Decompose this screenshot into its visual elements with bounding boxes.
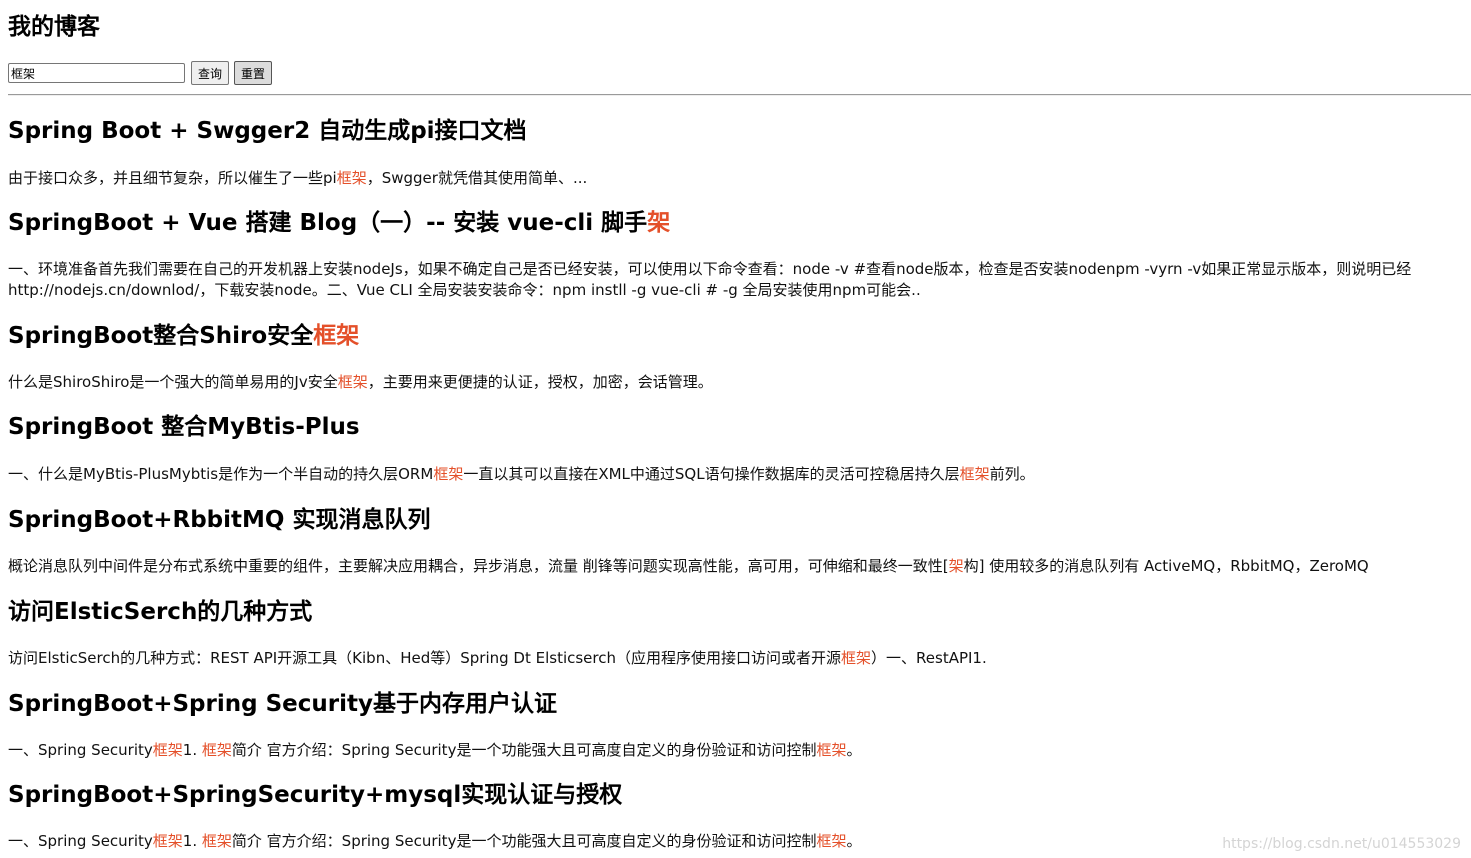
text-run: SpringBoot + Vue 搭建 Blog（一）-- 安装 vue-cli… (8, 210, 648, 236)
text-run: 。 (846, 741, 862, 759)
text-run: 简介 官方介绍：Spring Security是一个功能强大且可高度自定义的身份… (231, 832, 817, 850)
post-title[interactable]: SpringBoot+SpringSecurity+mysql实现认证与授权 (8, 780, 1471, 810)
keyword-highlight: 框架 (816, 832, 847, 850)
keyword-highlight: 框架 (841, 649, 872, 667)
post-title[interactable]: Spring Boot + Swgger2 自动生成pi接口文档 (8, 116, 1471, 146)
keyword-highlight: 框架 (201, 741, 232, 759)
text-run: 1. (182, 832, 202, 850)
text-run: SpringBoot整合Shiro安全 (8, 323, 314, 349)
text-run: 一、环境准备首先我们需要在自己的开发机器上安装nodeJs，如果不确定自己是否已… (8, 260, 1412, 299)
text-run: 概论消息队列中间件是分布式系统中重要的组件，主要解决应用耦合，异步消息，流量 削… (8, 557, 949, 575)
text-run: 访问ElsticSerch的几种方式：REST API开源工具（Kibn、Hed… (8, 649, 842, 667)
text-run: SpringBoot 整合MyBtis-Plus (8, 414, 360, 440)
keyword-highlight: 框架 (313, 323, 360, 349)
text-run: 一、Spring Security (8, 741, 153, 759)
keyword-highlight: 架 (948, 557, 964, 575)
site-title: 我的博客 (8, 14, 100, 40)
text-run: 。 (846, 832, 862, 850)
text-run: SpringBoot+RbbitMQ 实现消息队列 (8, 507, 431, 533)
text-run: SpringBoot+Spring Security基于内存用户认证 (8, 691, 557, 717)
divider (8, 94, 1471, 96)
text-run: ）一、RestAPI1. (871, 649, 987, 667)
text-run: 简介 官方介绍：Spring Security是一个功能强大且可高度自定义的身份… (231, 741, 817, 759)
post-title[interactable]: 访问ElsticSerch的几种方式 (8, 597, 1471, 627)
text-run: 前列。 (989, 465, 1035, 483)
post-title[interactable]: SpringBoot+RbbitMQ 实现消息队列 (8, 505, 1471, 535)
post-summary: 概论消息队列中间件是分布式系统中重要的组件，主要解决应用耦合，异步消息，流量 削… (8, 556, 1471, 577)
reset-button[interactable]: 重置 (234, 61, 273, 85)
post-summary: 由于接口众多，并且细节复杂，所以催生了一些pi框架，Swgger就凭借其使用简单… (8, 168, 1471, 189)
text-run: 构] 使用较多的消息队列有 ActiveMQ，RbbitMQ，ZeroMQ (963, 557, 1369, 575)
text-run: 访问ElsticSerch的几种方式 (8, 599, 313, 625)
query-button[interactable]: 查询 (191, 61, 230, 85)
text-run: 一、Spring Security (8, 832, 153, 850)
keyword-highlight: 框架 (337, 373, 368, 391)
keyword-highlight: 框架 (152, 741, 183, 759)
post-summary: 访问ElsticSerch的几种方式：REST API开源工具（Kibn、Hed… (8, 648, 1471, 669)
post-title[interactable]: SpringBoot 整合MyBtis-Plus (8, 412, 1471, 442)
post-title[interactable]: SpringBoot + Vue 搭建 Blog（一）-- 安装 vue-cli… (8, 208, 1471, 238)
text-run: Spring Boot + Swgger2 自动生成pi接口文档 (8, 118, 527, 144)
keyword-highlight: 框架 (816, 741, 847, 759)
post-summary: 什么是ShiroShiro是一个强大的简单易用的Jv安全框架，主要用来更便捷的认… (8, 372, 1471, 393)
text-run: 一、什么是MyBtis-PlusMybtis是作为一个半自动的持久层ORM (8, 465, 434, 483)
search-input[interactable] (8, 63, 185, 83)
text-run: 1. (182, 741, 202, 759)
keyword-highlight: 框架 (959, 465, 990, 483)
keyword-highlight: 框架 (152, 832, 183, 850)
post-summary: 一、环境准备首先我们需要在自己的开发机器上安装nodeJs，如果不确定自己是否已… (8, 259, 1471, 301)
text-run: 由于接口众多，并且细节复杂，所以催生了一些pi (8, 169, 337, 187)
keyword-highlight: 架 (647, 210, 671, 236)
text-run: ，Swgger就凭借其使用简单、... (366, 169, 588, 187)
keyword-highlight: 框架 (201, 832, 232, 850)
text-run: ，主要用来更便捷的认证，授权，加密，会话管理。 (367, 373, 713, 391)
post-summary: 一、Spring Security框架1. 框架简介 官方介绍：Spring S… (8, 740, 1471, 761)
watermark: https://blog.csdn.net/u014553029 (1222, 836, 1461, 852)
search-bar: 查询 重置 (8, 61, 277, 85)
post-summary: 一、什么是MyBtis-PlusMybtis是作为一个半自动的持久层ORM框架一… (8, 464, 1471, 485)
text-run: 一直以其可以直接在XML中通过SQL语句操作数据库的灵活可控稳居持久层 (463, 465, 960, 483)
post-title[interactable]: SpringBoot+Spring Security基于内存用户认证 (8, 689, 1471, 719)
text-run: 什么是ShiroShiro是一个强大的简单易用的Jv安全 (8, 373, 338, 391)
post-title[interactable]: SpringBoot整合Shiro安全框架 (8, 321, 1471, 351)
keyword-highlight: 框架 (433, 465, 464, 483)
text-run: SpringBoot+SpringSecurity+mysql实现认证与授权 (8, 782, 623, 808)
keyword-highlight: 框架 (336, 169, 367, 187)
